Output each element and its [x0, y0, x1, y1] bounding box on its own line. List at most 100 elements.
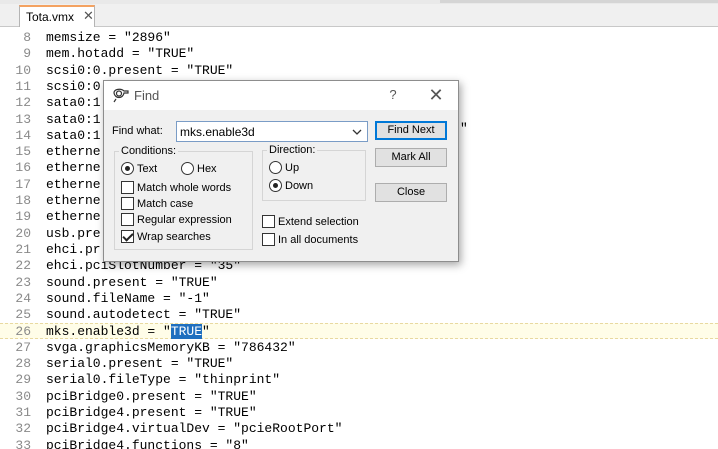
code-text: etherne	[46, 160, 101, 176]
code-text: memsize = "2896"	[46, 30, 171, 45]
find-what-label: Find what:	[112, 125, 163, 137]
code-line[interactable]: 9 mem.hotadd = "TRUE"	[0, 46, 718, 62]
line-number: 12	[15, 95, 31, 111]
match-whole-words-checkbox[interactable]	[121, 181, 134, 194]
tab-close-icon[interactable]: ✕	[83, 8, 94, 24]
line-number: 25	[15, 307, 31, 323]
code-line[interactable]: 8 memsize = "2896"	[0, 30, 718, 46]
match-case-checkbox[interactable]	[121, 197, 134, 210]
code-line[interactable]: 31 pciBridge4.present = "TRUE"	[0, 405, 718, 421]
chevron-down-icon[interactable]	[350, 125, 364, 139]
code-line[interactable]: 33 pciBridge4.functions = "8"	[0, 438, 718, 449]
code-text: sata0:1	[46, 111, 101, 127]
line-number: 30	[15, 388, 31, 404]
code-line[interactable]: 27 svga.graphicsMemoryKB = "786432"	[0, 340, 718, 356]
tab-tota-vmx[interactable]: Tota.vmx ✕	[19, 5, 95, 27]
line-number: 19	[15, 209, 31, 225]
line-number: 32	[15, 421, 31, 437]
wrap-searches-label: Wrap searches	[137, 231, 211, 243]
find-what-combobox[interactable]	[176, 121, 368, 142]
close-button[interactable]: Close	[375, 183, 447, 202]
dialog-title-bar[interactable]: Find ? ✕	[104, 81, 458, 110]
code-text: serial0.present = "TRUE"	[46, 356, 234, 371]
find-what-input[interactable]	[180, 124, 345, 140]
find-dialog: Find ? ✕ Find what: Find Next Mark All C…	[103, 80, 459, 262]
line-number: 27	[15, 339, 31, 355]
code-line[interactable]: 32 pciBridge4.virtualDev = "pcieRootPort"	[0, 421, 718, 437]
wrap-searches-checkbox[interactable]	[121, 230, 134, 243]
line-number: 31	[15, 404, 31, 420]
code-text: scsi0:0.present = "TRUE"	[46, 62, 234, 78]
line-number: 20	[15, 225, 31, 241]
line-number: 33	[15, 437, 31, 449]
in-all-documents-label: In all documents	[278, 234, 359, 246]
code-line[interactable]: 24 sound.fileName = "-1"	[0, 291, 718, 307]
code-line[interactable]: 28 serial0.present = "TRUE"	[0, 356, 718, 372]
code-text: scsi0:0	[46, 78, 101, 94]
match-whole-words-label: Match whole words	[137, 182, 232, 194]
code-text: sata0:1	[46, 95, 101, 111]
direction-title: Direction:	[267, 144, 318, 156]
down-radio[interactable]	[269, 179, 282, 192]
code-text: pciBridge4.virtualDev = "pcieRootPort"	[46, 421, 343, 437]
selected-match: TRUE	[170, 324, 203, 340]
line-number: 23	[15, 274, 31, 290]
tab-bar-decor	[440, 0, 718, 3]
mark-all-button[interactable]: Mark All	[375, 148, 447, 167]
current-line[interactable]: 26 mks.enable3d = "TRUE"	[0, 323, 718, 340]
line-number: 11	[15, 78, 31, 94]
line-number: 28	[15, 356, 31, 371]
code-line[interactable]: 29 serial0.fileType = "thinprint"	[0, 372, 718, 388]
line-number: 22	[15, 258, 31, 274]
code-text: etherne	[46, 176, 101, 192]
code-text: usb.pre	[46, 225, 101, 241]
dialog-close-button[interactable]: ✕	[422, 83, 450, 107]
line-number: 26	[15, 324, 31, 340]
line-number: 29	[15, 372, 31, 388]
find-next-button[interactable]: Find Next	[375, 121, 447, 140]
code-text: etherne	[46, 209, 101, 225]
extend-selection-label: Extend selection	[278, 216, 359, 228]
hex-radio-label: Hex	[197, 163, 217, 175]
code-text: etherne	[46, 144, 101, 160]
line-number: 14	[15, 127, 31, 143]
code-line[interactable]: 23 sound.present = "TRUE"	[0, 275, 718, 291]
up-radio[interactable]	[269, 161, 282, 174]
line-number: 21	[15, 241, 31, 257]
line-number: 16	[15, 160, 31, 176]
line-number: 15	[15, 144, 31, 160]
code-text-after: "	[202, 324, 210, 340]
conditions-title: Conditions:	[119, 145, 179, 157]
code-text: pciBridge4.present = "TRUE"	[46, 404, 257, 420]
code-text: mem.hotadd = "TRUE"	[46, 46, 195, 62]
code-text: sound.present = "TRUE"	[46, 274, 218, 290]
tab-label: Tota.vmx	[26, 10, 75, 24]
code-text: svga.graphicsMemoryKB = "786432"	[46, 339, 296, 355]
code-text: ehci.pr	[46, 241, 101, 257]
code-line[interactable]: 30 pciBridge0.present = "TRUE"	[0, 389, 718, 405]
match-case-label: Match case	[137, 198, 194, 210]
text-radio[interactable]	[121, 162, 134, 175]
code-text: etherne	[46, 193, 101, 208]
regular-expression-label: Regular expression	[137, 214, 232, 226]
code-line[interactable]: 25 sound.autodetect = "TRUE"	[0, 307, 718, 323]
code-text: pciBridge0.present = "TRUE"	[46, 388, 257, 404]
code-text: serial0.fileType = "thinprint"	[46, 372, 281, 388]
direction-group: Direction:	[262, 144, 366, 201]
line-number: 10	[15, 62, 31, 78]
code-text: sata0:1	[46, 127, 101, 143]
regular-expression-checkbox[interactable]	[121, 213, 134, 226]
up-radio-label: Up	[285, 162, 300, 174]
line-number: 8	[23, 30, 31, 45]
line-number: 17	[15, 176, 31, 192]
line-number: 13	[15, 111, 31, 127]
hex-radio[interactable]	[181, 162, 194, 175]
code-line[interactable]: 10 scsi0:0.present = "TRUE"	[0, 63, 718, 79]
code-text: sound.fileName = "-1"	[46, 290, 210, 306]
line-number: 24	[15, 290, 31, 306]
help-button[interactable]: ?	[382, 85, 404, 105]
code-text: sound.autodetect = "TRUE"	[46, 307, 242, 323]
in-all-documents-checkbox[interactable]	[262, 233, 275, 246]
dialog-title: Find	[134, 88, 160, 103]
extend-selection-checkbox[interactable]	[262, 215, 275, 228]
